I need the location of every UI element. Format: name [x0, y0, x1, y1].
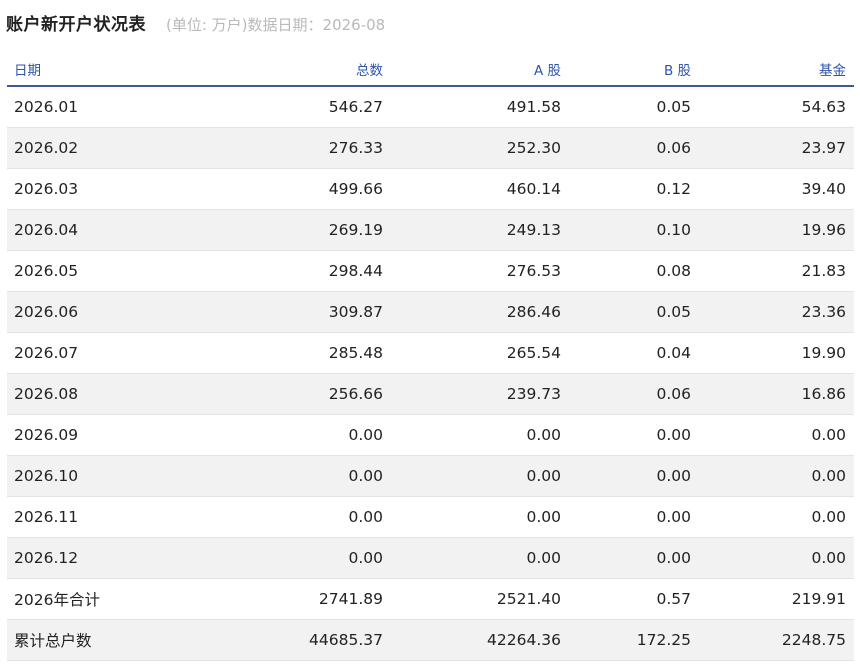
cell-b-share: 0.00 [656, 549, 691, 567]
cell-fund: 0.00 [811, 549, 846, 567]
cell-a-share: 286.46 [506, 303, 561, 321]
table-row: 2026.12 0.00 0.00 0.00 0.00 [7, 538, 854, 579]
cell-a-share: 460.14 [506, 180, 561, 198]
cell-total: 298.44 [328, 262, 383, 280]
cell-date: 2026.09 [14, 426, 79, 444]
cell-fund: 2248.75 [781, 631, 846, 649]
cell-a-share: 42264.36 [487, 631, 561, 649]
cell-date: 2026.10 [14, 467, 79, 485]
cell-a-share: 0.00 [526, 426, 561, 444]
cell-a-share: 0.00 [526, 549, 561, 567]
cell-fund: 0.00 [811, 508, 846, 526]
cell-fund: 39.40 [801, 180, 846, 198]
cell-fund: 0.00 [811, 426, 846, 444]
cell-date: 2026.11 [14, 508, 79, 526]
cell-b-share: 0.06 [656, 385, 691, 403]
cell-a-share: 239.73 [506, 385, 561, 403]
cell-date: 2026年合计 [14, 591, 100, 609]
table-row: 2026.08 256.66 239.73 0.06 16.86 [7, 374, 854, 415]
cell-b-share: 0.05 [656, 303, 691, 321]
cell-total: 0.00 [348, 549, 383, 567]
table-row: 2026.10 0.00 0.00 0.00 0.00 [7, 456, 854, 497]
cell-b-share: 172.25 [636, 631, 691, 649]
cell-total: 546.27 [328, 98, 383, 116]
cell-fund: 23.97 [801, 139, 846, 157]
cell-total: 44685.37 [309, 631, 383, 649]
cell-b-share: 0.10 [656, 221, 691, 239]
cell-fund: 23.36 [801, 303, 846, 321]
cell-fund: 219.91 [791, 590, 846, 608]
cell-date: 2026.12 [14, 549, 79, 567]
cell-a-share: 2521.40 [496, 590, 561, 608]
cell-total: 2741.89 [318, 590, 383, 608]
cell-b-share: 0.05 [656, 98, 691, 116]
cell-b-share: 0.00 [656, 467, 691, 485]
cell-date: 2026.01 [14, 98, 79, 116]
column-header-b-share[interactable]: B 股 [561, 59, 691, 79]
table-row: 2026.04 269.19 249.13 0.10 19.96 [7, 210, 854, 251]
cell-total: 285.48 [328, 344, 383, 362]
cell-total: 276.33 [328, 139, 383, 157]
cell-fund: 16.86 [801, 385, 846, 403]
cell-date: 2026.06 [14, 303, 79, 321]
page: 账户新开户状况表 (单位: 万户)数据日期：2026-08 日期 总数 A 股 … [0, 0, 860, 667]
cell-fund: 19.90 [801, 344, 846, 362]
cell-b-share: 0.57 [656, 590, 691, 608]
table-header: 日期 总数 A 股 B 股 基金 [7, 53, 854, 87]
page-subtitle: (单位: 万户)数据日期：2026-08 [166, 16, 386, 34]
column-header-date[interactable]: 日期 [7, 59, 207, 79]
table-body: 2026.01 546.27 491.58 0.05 54.63 2026.02 276.3… [7, 87, 854, 661]
cell-b-share: 0.00 [656, 508, 691, 526]
cell-a-share: 249.13 [506, 221, 561, 239]
cell-total: 309.87 [328, 303, 383, 321]
cell-date: 2026.08 [14, 385, 79, 403]
cell-a-share: 0.00 [526, 508, 561, 526]
cell-a-share: 491.58 [506, 98, 561, 116]
table-row: 2026.06 309.87 286.46 0.05 23.36 [7, 292, 854, 333]
column-header-a-share[interactable]: A 股 [383, 59, 561, 79]
cell-total: 499.66 [328, 180, 383, 198]
cell-date: 2026.03 [14, 180, 79, 198]
cell-total: 0.00 [348, 426, 383, 444]
cell-fund: 19.96 [801, 221, 846, 239]
cell-b-share: 0.06 [656, 139, 691, 157]
cell-b-share: 0.12 [656, 180, 691, 198]
table-row: 累计总户数 44685.37 42264.36 172.25 2248.75 [7, 620, 854, 661]
table-row: 2026.01 546.27 491.58 0.05 54.63 [7, 87, 854, 128]
table-row: 2026.03 499.66 460.14 0.12 39.40 [7, 169, 854, 210]
cell-total: 256.66 [328, 385, 383, 403]
table-row: 2026.05 298.44 276.53 0.08 21.83 [7, 251, 854, 292]
table-row: 2026.09 0.00 0.00 0.00 0.00 [7, 415, 854, 456]
cell-date: 2026.04 [14, 221, 79, 239]
cell-date: 2026.02 [14, 139, 79, 157]
cell-date: 累计总户数 [14, 632, 92, 650]
table-row: 2026.02 276.33 252.30 0.06 23.97 [7, 128, 854, 169]
cell-fund: 0.00 [811, 467, 846, 485]
title-bar: 账户新开户状况表 (单位: 万户)数据日期：2026-08 [6, 10, 385, 36]
table-row: 2026年合计 2741.89 2521.40 0.57 219.91 [7, 579, 854, 620]
cell-total: 0.00 [348, 467, 383, 485]
column-header-fund[interactable]: 基金 [691, 59, 846, 79]
cell-fund: 54.63 [801, 98, 846, 116]
page-title: 账户新开户状况表 [6, 15, 146, 35]
cell-b-share: 0.08 [656, 262, 691, 280]
cell-total: 269.19 [328, 221, 383, 239]
cell-fund: 21.83 [801, 262, 846, 280]
cell-b-share: 0.04 [656, 344, 691, 362]
cell-date: 2026.05 [14, 262, 79, 280]
cell-a-share: 265.54 [506, 344, 561, 362]
account-table: 日期 总数 A 股 B 股 基金 2026.01 546.27 491.58 0.05… [7, 53, 854, 661]
table-row: 2026.11 0.00 0.00 0.00 0.00 [7, 497, 854, 538]
cell-total: 0.00 [348, 508, 383, 526]
cell-a-share: 276.53 [506, 262, 561, 280]
cell-a-share: 0.00 [526, 467, 561, 485]
cell-a-share: 252.30 [506, 139, 561, 157]
cell-date: 2026.07 [14, 344, 79, 362]
table-row: 2026.07 285.48 265.54 0.04 19.90 [7, 333, 854, 374]
cell-b-share: 0.00 [656, 426, 691, 444]
column-header-total[interactable]: 总数 [207, 59, 383, 79]
